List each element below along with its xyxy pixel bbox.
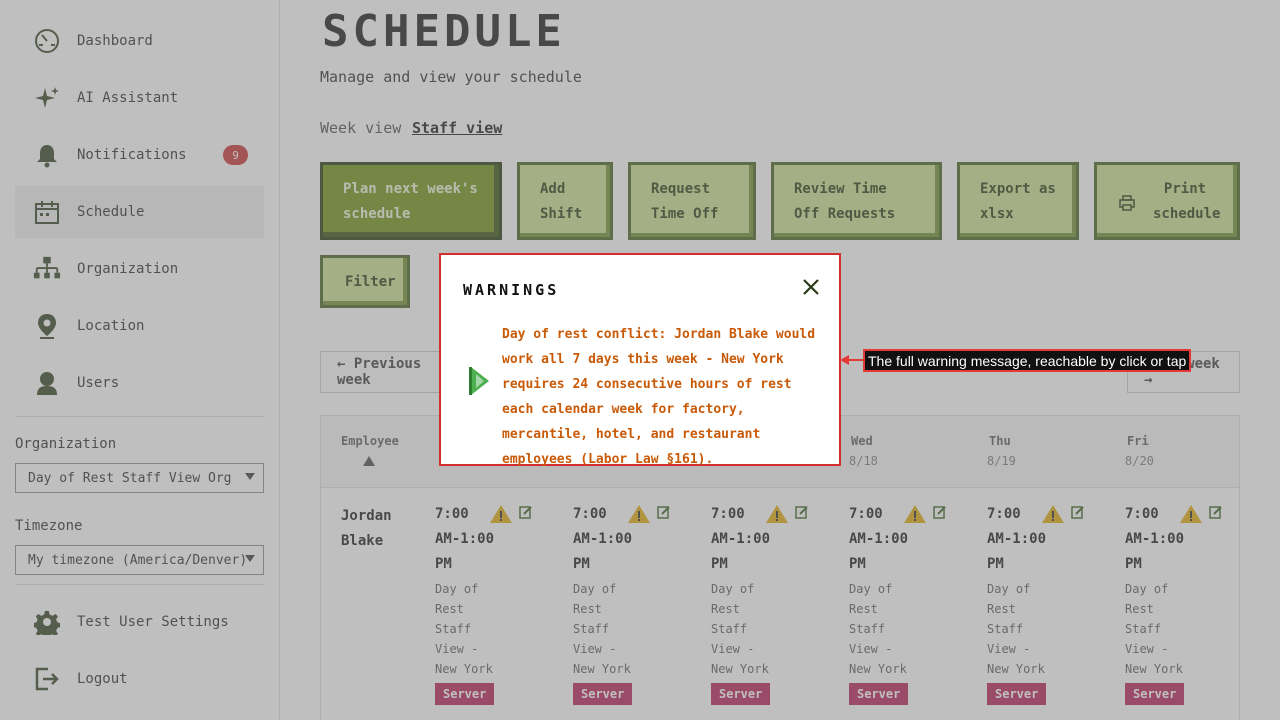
- warning-message: Day of rest conflict: Jordan Blake would…: [502, 327, 816, 467]
- close-icon[interactable]: [801, 277, 821, 297]
- play-arrow-icon: [469, 365, 493, 401]
- modal-title: WARNINGS: [463, 281, 560, 299]
- tooltip-arrow-icon: [840, 355, 849, 365]
- annotation-tooltip: The full warning message, reachable by c…: [863, 349, 1192, 372]
- warnings-modal: WARNINGS Day of rest conflict: Jordan Bl…: [439, 253, 841, 467]
